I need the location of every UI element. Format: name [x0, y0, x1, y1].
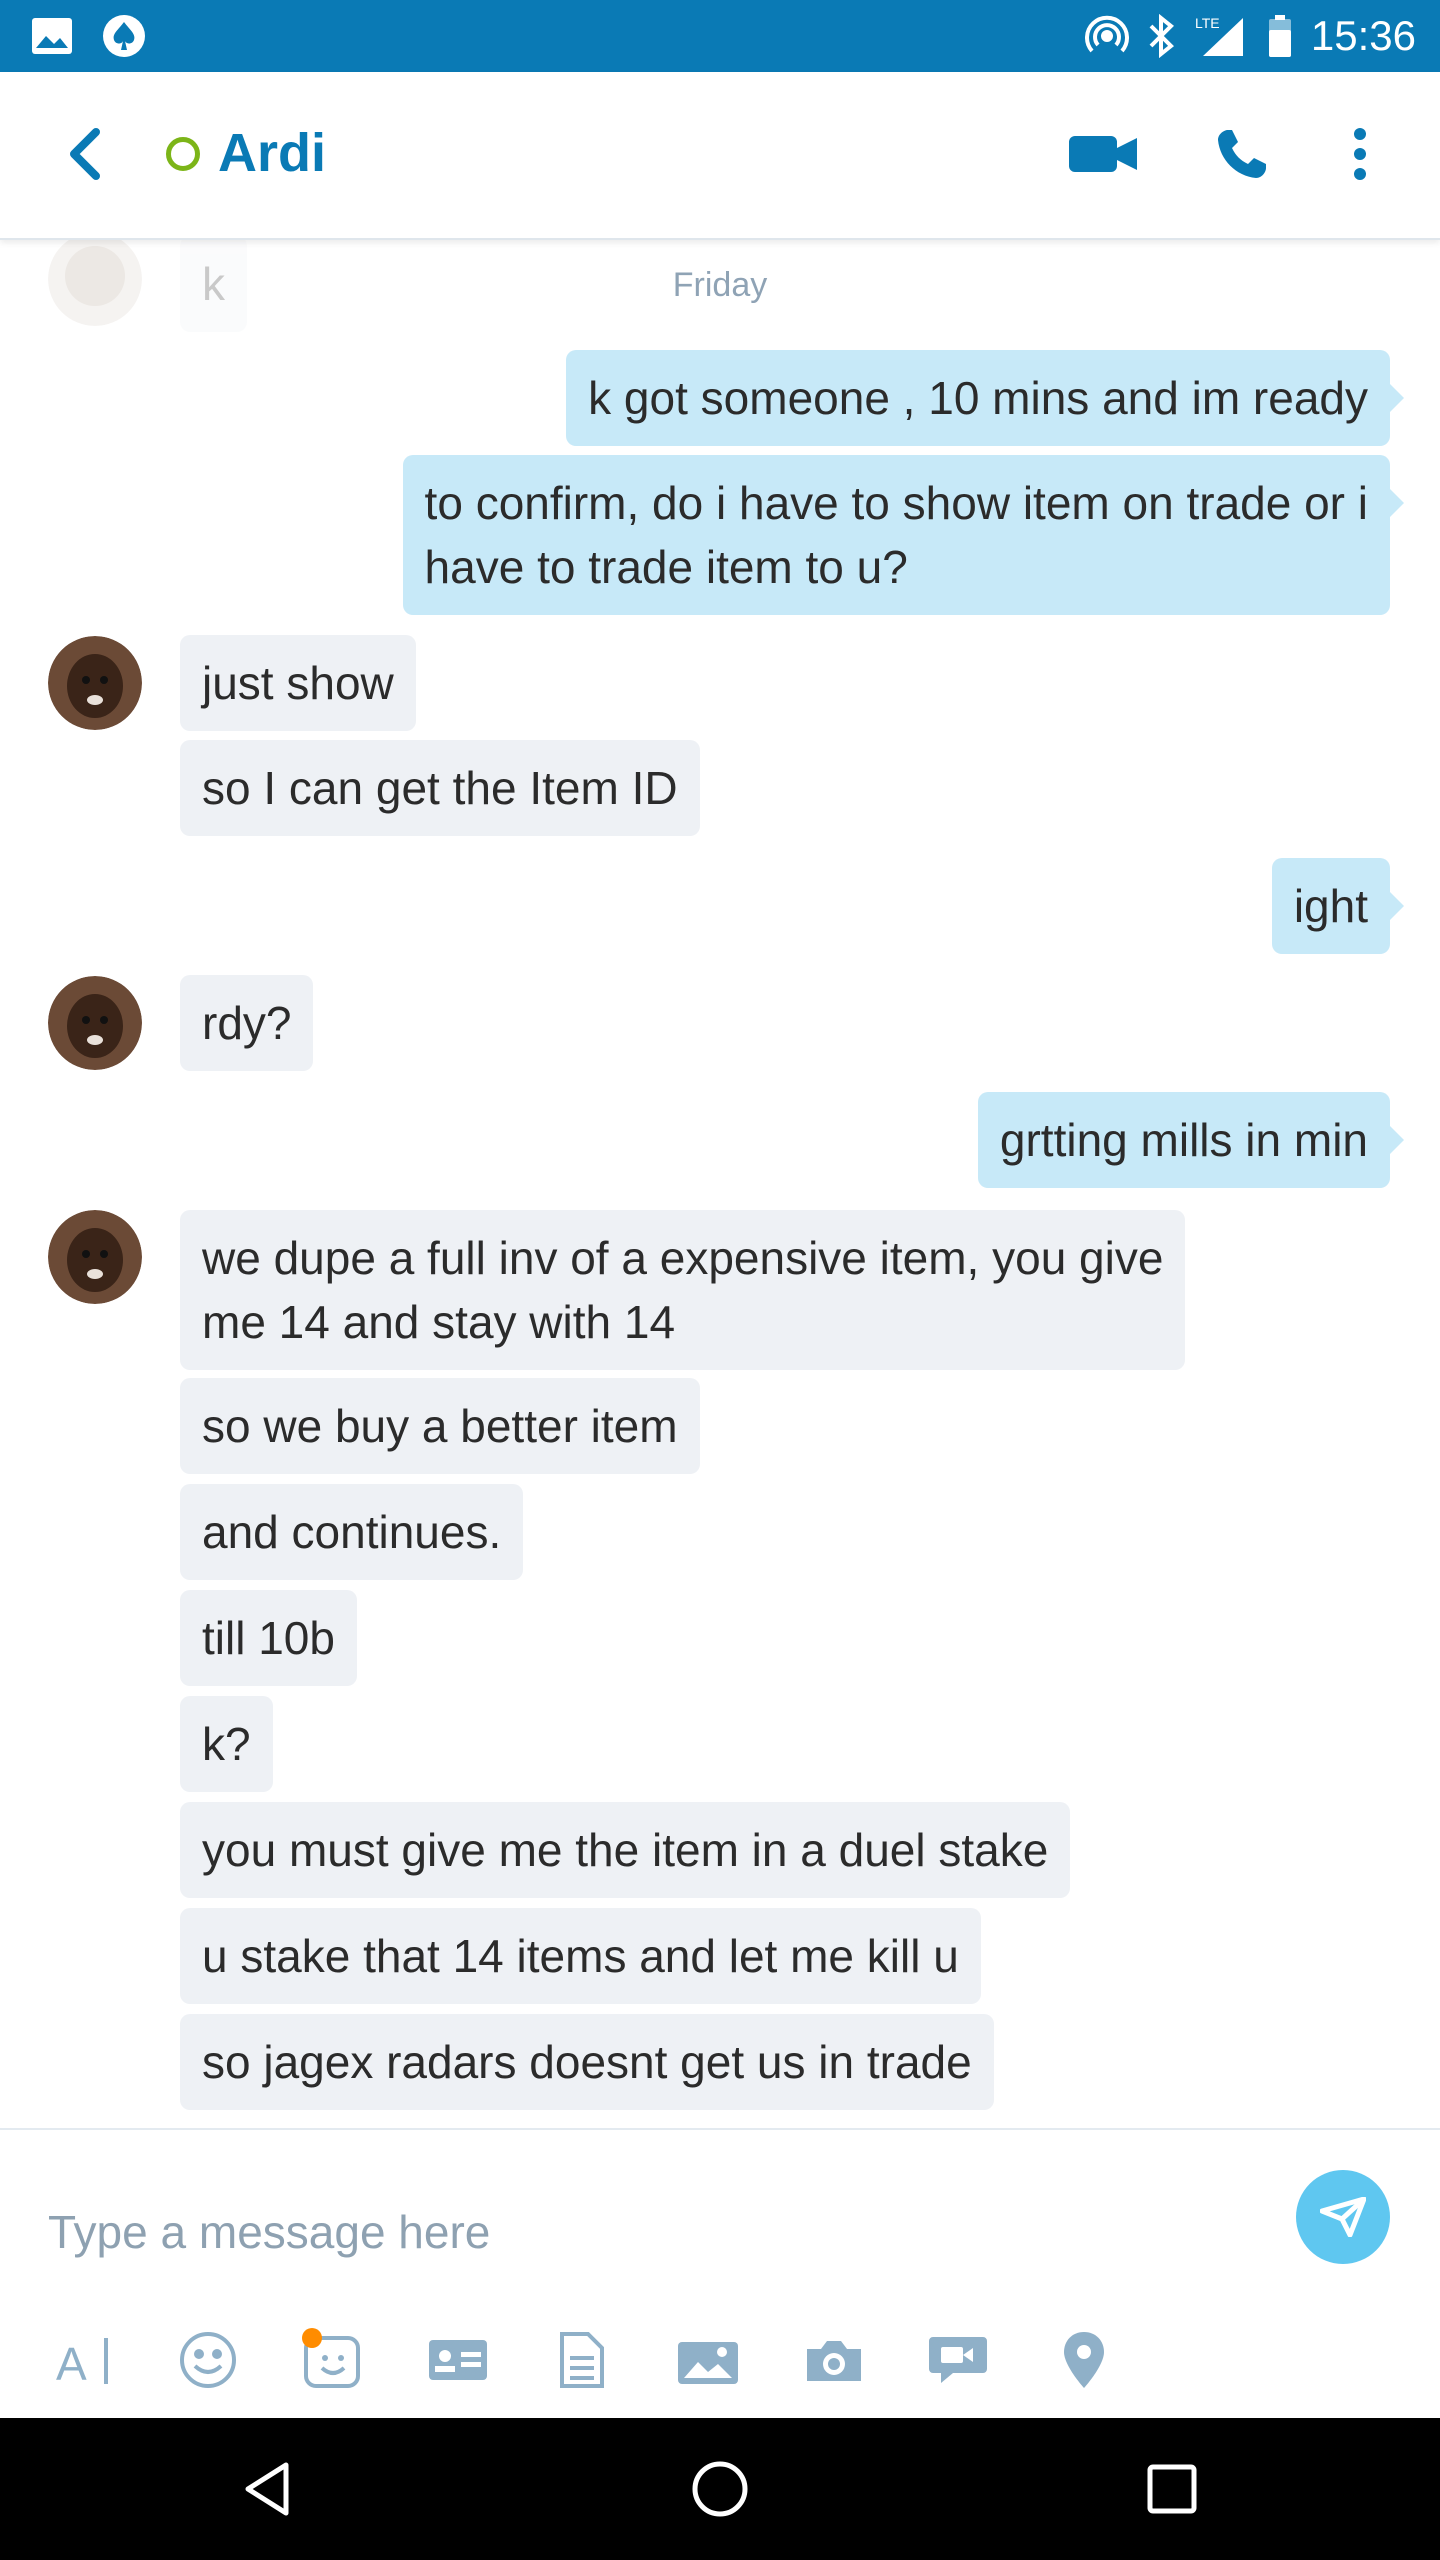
home-nav-icon — [692, 2461, 748, 2517]
hotspot-icon — [1084, 14, 1129, 58]
message-text: have to trade item to u? — [424, 541, 908, 593]
photo-gallery-button[interactable] — [668, 2320, 748, 2400]
status-bar: LTE 15:36 — [0, 0, 1440, 72]
message-text: to confirm, do i have to show item on tr… — [424, 477, 1368, 529]
send-button[interactable] — [1296, 2170, 1390, 2264]
send-icon — [1320, 2197, 1366, 2237]
emoji-icon — [180, 2332, 236, 2388]
svg-text:LTE: LTE — [1195, 15, 1220, 31]
message-text: u stake that 14 items and let me kill u — [202, 1930, 959, 1982]
message-text: till 10b — [202, 1612, 335, 1664]
message-bubble-incoming[interactable]: k? — [180, 1696, 273, 1792]
signal-icon: LTE — [1193, 14, 1249, 58]
location-icon — [1064, 2332, 1104, 2388]
message-text: so I can get the Item ID — [202, 762, 678, 814]
photo-gallery-icon — [678, 2342, 738, 2384]
composer-toolbar: A — [0, 2310, 1440, 2410]
message-bubble-incoming[interactable]: so jagex radars doesnt get us in trade — [180, 2014, 994, 2110]
chevron-left-icon — [70, 128, 100, 180]
contact-card-icon — [429, 2340, 487, 2380]
more-options-button[interactable] — [1330, 122, 1390, 186]
message-text: ight — [1293, 880, 1368, 932]
avatar[interactable] — [48, 1210, 142, 1304]
mojis-button[interactable] — [292, 2320, 372, 2400]
nav-recents-button[interactable] — [1136, 2453, 1208, 2525]
message-bubble-outgoing[interactable]: ight — [1271, 858, 1405, 954]
message-text: you must give me the item in a duel stak… — [202, 1824, 1049, 1876]
presence-indicator — [166, 137, 200, 171]
camera-icon — [807, 2341, 861, 2381]
message-bubble-incoming[interactable]: just show — [180, 635, 416, 731]
message-composer: A — [0, 2128, 1440, 2418]
nav-back-button[interactable] — [232, 2453, 304, 2525]
video-message-button[interactable] — [918, 2320, 998, 2400]
more-vertical-icon — [1354, 128, 1366, 180]
contact-name[interactable]: Ardi — [218, 122, 326, 184]
text-format-icon: A — [56, 2338, 108, 2388]
message-text: grtting mills in min — [999, 1114, 1368, 1166]
message-bubble-outgoing[interactable]: to confirm, do i have to show item on tr… — [402, 455, 1405, 615]
back-button[interactable] — [54, 124, 114, 184]
message-list[interactable]: k Friday k got someone , 10 mins and im … — [0, 240, 1440, 2128]
message-input[interactable] — [48, 2192, 1228, 2272]
message-text: me 14 and stay with 14 — [202, 1296, 676, 1348]
chat-header: Ardi — [0, 72, 1440, 240]
camera-button[interactable] — [794, 2320, 874, 2400]
message-text: rdy? — [202, 997, 292, 1049]
message-bubble-incoming[interactable]: we dupe a full inv of a expensive item, … — [180, 1210, 1186, 1370]
battery-icon — [1267, 14, 1293, 58]
system-navigation-bar — [0, 2418, 1440, 2560]
message-bubble-incoming[interactable]: you must give me the item in a duel stak… — [180, 1802, 1071, 1898]
message-text: so jagex radars doesnt get us in trade — [202, 2036, 972, 2088]
message-bubble-outgoing[interactable]: k got someone , 10 mins and im ready — [566, 350, 1404, 446]
svg-text:A: A — [56, 2338, 87, 2388]
text-format-button[interactable]: A — [44, 2320, 124, 2400]
avatar[interactable] — [48, 636, 142, 730]
message-text: k? — [202, 1718, 251, 1770]
message-bubble-incoming[interactable]: so I can get the Item ID — [180, 740, 700, 836]
mojis-icon — [302, 2328, 360, 2388]
message-bubble-outgoing[interactable]: grtting mills in min — [977, 1092, 1405, 1188]
status-clock: 15:36 — [1310, 12, 1416, 59]
message-text: we dupe a full inv of a expensive item, … — [202, 1232, 1164, 1284]
avatar[interactable] — [48, 976, 142, 1070]
image-icon — [30, 16, 74, 56]
message-bubble-incoming[interactable]: u stake that 14 items and let me kill u — [180, 1908, 981, 2004]
location-button[interactable] — [1044, 2320, 1124, 2400]
video-camera-icon — [1069, 136, 1137, 172]
message-bubble-incoming[interactable]: till 10b — [180, 1590, 357, 1686]
back-nav-icon — [245, 2462, 289, 2516]
emoji-button[interactable] — [168, 2320, 248, 2400]
message-bubble-incoming[interactable]: so we buy a better item — [180, 1378, 700, 1474]
audio-call-button[interactable] — [1210, 122, 1274, 186]
recents-nav-icon — [1147, 2464, 1197, 2514]
message-bubble-incoming[interactable]: rdy? — [180, 975, 314, 1071]
video-call-button[interactable] — [1066, 122, 1140, 186]
message-bubble-incoming[interactable]: and continues. — [180, 1484, 524, 1580]
phone-icon — [1218, 130, 1266, 178]
message-text: so we buy a better item — [202, 1400, 678, 1452]
day-separator: Friday — [672, 266, 768, 304]
nav-home-button[interactable] — [684, 2453, 756, 2525]
message-text: just show — [202, 657, 394, 709]
contact-card-button[interactable] — [418, 2320, 498, 2400]
file-button[interactable] — [542, 2320, 622, 2400]
video-message-icon — [929, 2337, 987, 2383]
message-text: k got someone , 10 mins and im ready — [588, 372, 1368, 424]
message-text: and continues. — [202, 1506, 502, 1558]
bluetooth-icon — [1147, 14, 1175, 58]
file-icon — [560, 2332, 604, 2388]
poker-spade-icon — [100, 12, 148, 60]
